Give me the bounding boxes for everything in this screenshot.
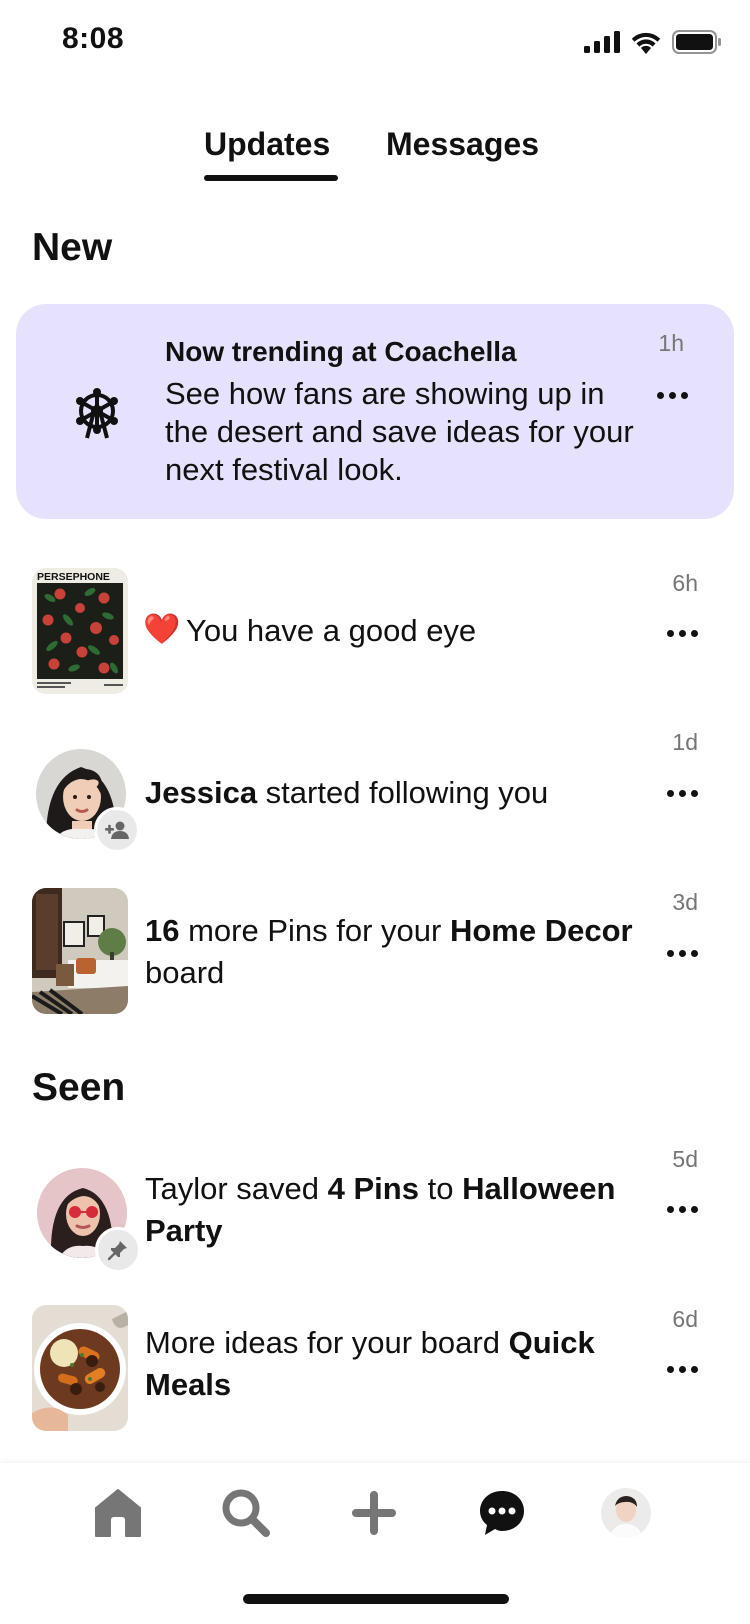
trending-body: See how fans are showing up in the deser… [165,376,634,487]
pin-icon [107,1241,127,1261]
heart-emoji: ❤️ [143,613,181,646]
thumb-label: PERSEPHONE [37,571,110,583]
home-icon [95,1489,141,1537]
notification-time: 6d [672,1306,698,1332]
notification-text-quick-meals: More ideas for your board Quick Meals [145,1325,595,1402]
pin-badge [95,1227,141,1273]
trending-more-button[interactable] [657,392,688,399]
status-time: 8:08 [62,22,125,55]
section-title-new: New [32,226,113,269]
add-person-badge [94,807,140,853]
battery-icon [672,30,721,54]
home-decor-thumbnail[interactable] [32,888,128,1014]
home-tab[interactable] [90,1485,146,1541]
notification-time: 3d [672,889,698,915]
status-icons [584,30,722,54]
cellular-signal-icon [584,31,620,53]
profile-avatar[interactable] [601,1488,651,1538]
search-tab[interactable] [218,1485,274,1541]
tab-updates[interactable]: Updates [204,126,330,163]
notification-text-home-decor: 16 more Pins for your Home Decor board [145,913,633,990]
create-tab[interactable] [346,1485,402,1541]
trending-title: Now trending at Coachella [165,336,517,367]
trending-time: 1h [658,330,684,356]
wifi-icon [631,32,661,54]
home-indicator [243,1594,509,1604]
notification-more-button[interactable] [667,630,698,637]
notification-more-button[interactable] [667,950,698,957]
persephone-artwork: PERSEPHONE [32,568,128,694]
notification-time: 5d [672,1146,698,1172]
active-tab-indicator [204,175,338,181]
notification-more-button[interactable] [667,1366,698,1373]
persephone-pin-thumbnail[interactable]: PERSEPHONE [32,568,128,694]
notification-time: 6h [672,570,698,596]
notification-text-good-eye: You have a good eye [186,613,477,648]
search-icon [222,1489,270,1537]
notification-text-jessica: Jessica started following you [145,775,549,810]
notification-text-taylor: Taylor saved 4 Pins to Halloween Party [145,1171,616,1248]
quick-meals-thumbnail[interactable] [32,1305,128,1431]
notification-more-button[interactable] [667,790,698,797]
plus-icon [352,1491,396,1535]
notification-more-button[interactable] [667,1206,698,1213]
messages-nav-tab[interactable] [474,1485,530,1541]
tab-messages[interactable]: Messages [386,126,539,163]
ferris-wheel-icon [76,388,118,439]
add-person-icon [105,821,129,839]
notification-time: 1d [672,729,698,755]
chat-bubble-icon [480,1491,524,1535]
section-title-seen: Seen [32,1066,126,1109]
